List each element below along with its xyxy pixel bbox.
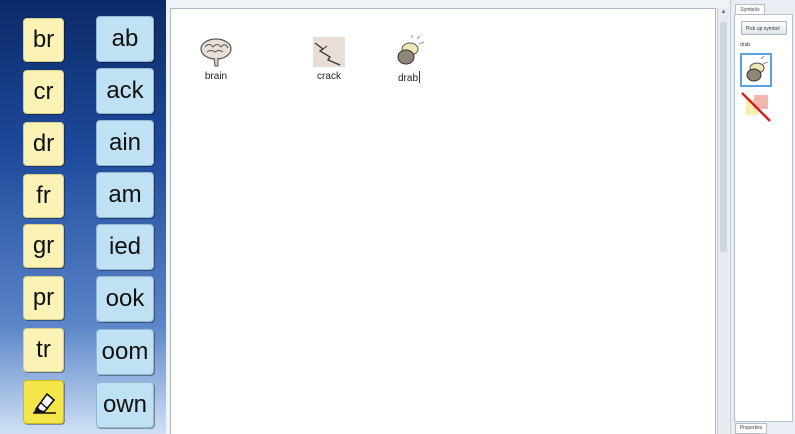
app-window: br cr dr fr gr pr tr ab ack ain am ied o… xyxy=(0,0,795,434)
symbol-option-selected[interactable] xyxy=(740,53,772,87)
symbol-label: crack xyxy=(317,71,341,82)
drab-icon xyxy=(746,55,769,82)
no-symbol-option[interactable] xyxy=(740,91,774,125)
eraser-icon xyxy=(32,392,56,414)
onset-cell-fr[interactable]: fr xyxy=(23,174,64,218)
rime-cell-ab[interactable]: ab xyxy=(96,16,154,62)
onset-cell-pr[interactable]: pr xyxy=(23,276,64,320)
symbol-label: brain xyxy=(204,71,228,82)
document-scrollbar[interactable]: ▲ xyxy=(717,8,729,434)
onset-cell-br[interactable]: br xyxy=(23,18,64,62)
rime-cell-own[interactable]: own xyxy=(96,382,154,428)
rime-cell-ack[interactable]: ack xyxy=(96,68,154,114)
document-area[interactable]: brain crack drab xyxy=(170,8,716,434)
onset-cell-gr[interactable]: gr xyxy=(23,224,64,268)
symbol-chooser-panel: Symbols Pick up symbol drab Properties xyxy=(730,0,795,434)
symbol-label-text: drab xyxy=(397,73,418,84)
rime-cell-ain[interactable]: ain xyxy=(96,120,154,166)
no-symbol-icon xyxy=(741,92,771,122)
rime-cell-ied[interactable]: ied xyxy=(96,224,154,270)
rime-cell-ook[interactable]: ook xyxy=(96,276,154,322)
symbol-word-crack[interactable]: crack xyxy=(299,35,359,82)
text-caret xyxy=(419,71,420,83)
onset-cell-tr[interactable]: tr xyxy=(23,328,64,372)
word-grid-panel: br cr dr fr gr pr tr ab ack ain am ied o… xyxy=(0,0,166,434)
symbol-chooser-body: Pick up symbol drab xyxy=(734,14,793,422)
rime-cell-oom[interactable]: oom xyxy=(96,329,154,375)
brain-icon xyxy=(196,35,236,69)
rime-cell-am[interactable]: am xyxy=(96,172,154,218)
onset-cell-dr[interactable]: dr xyxy=(23,122,64,166)
onset-cell-cr[interactable]: cr xyxy=(23,70,64,114)
current-word-label: drab xyxy=(740,42,751,48)
symbol-word-drab[interactable]: drab xyxy=(379,35,439,84)
drab-icon xyxy=(389,35,429,69)
pick-up-symbol-button[interactable]: Pick up symbol xyxy=(741,21,787,35)
scroll-up-arrow-icon[interactable]: ▲ xyxy=(718,8,729,16)
crack-icon xyxy=(309,35,349,69)
symbol-word-brain[interactable]: brain xyxy=(186,35,246,82)
tab-properties[interactable]: Properties xyxy=(735,423,767,434)
eraser-button[interactable] xyxy=(23,380,64,424)
symbol-label: drab xyxy=(379,71,439,84)
scrollbar-thumb[interactable] xyxy=(720,22,727,252)
